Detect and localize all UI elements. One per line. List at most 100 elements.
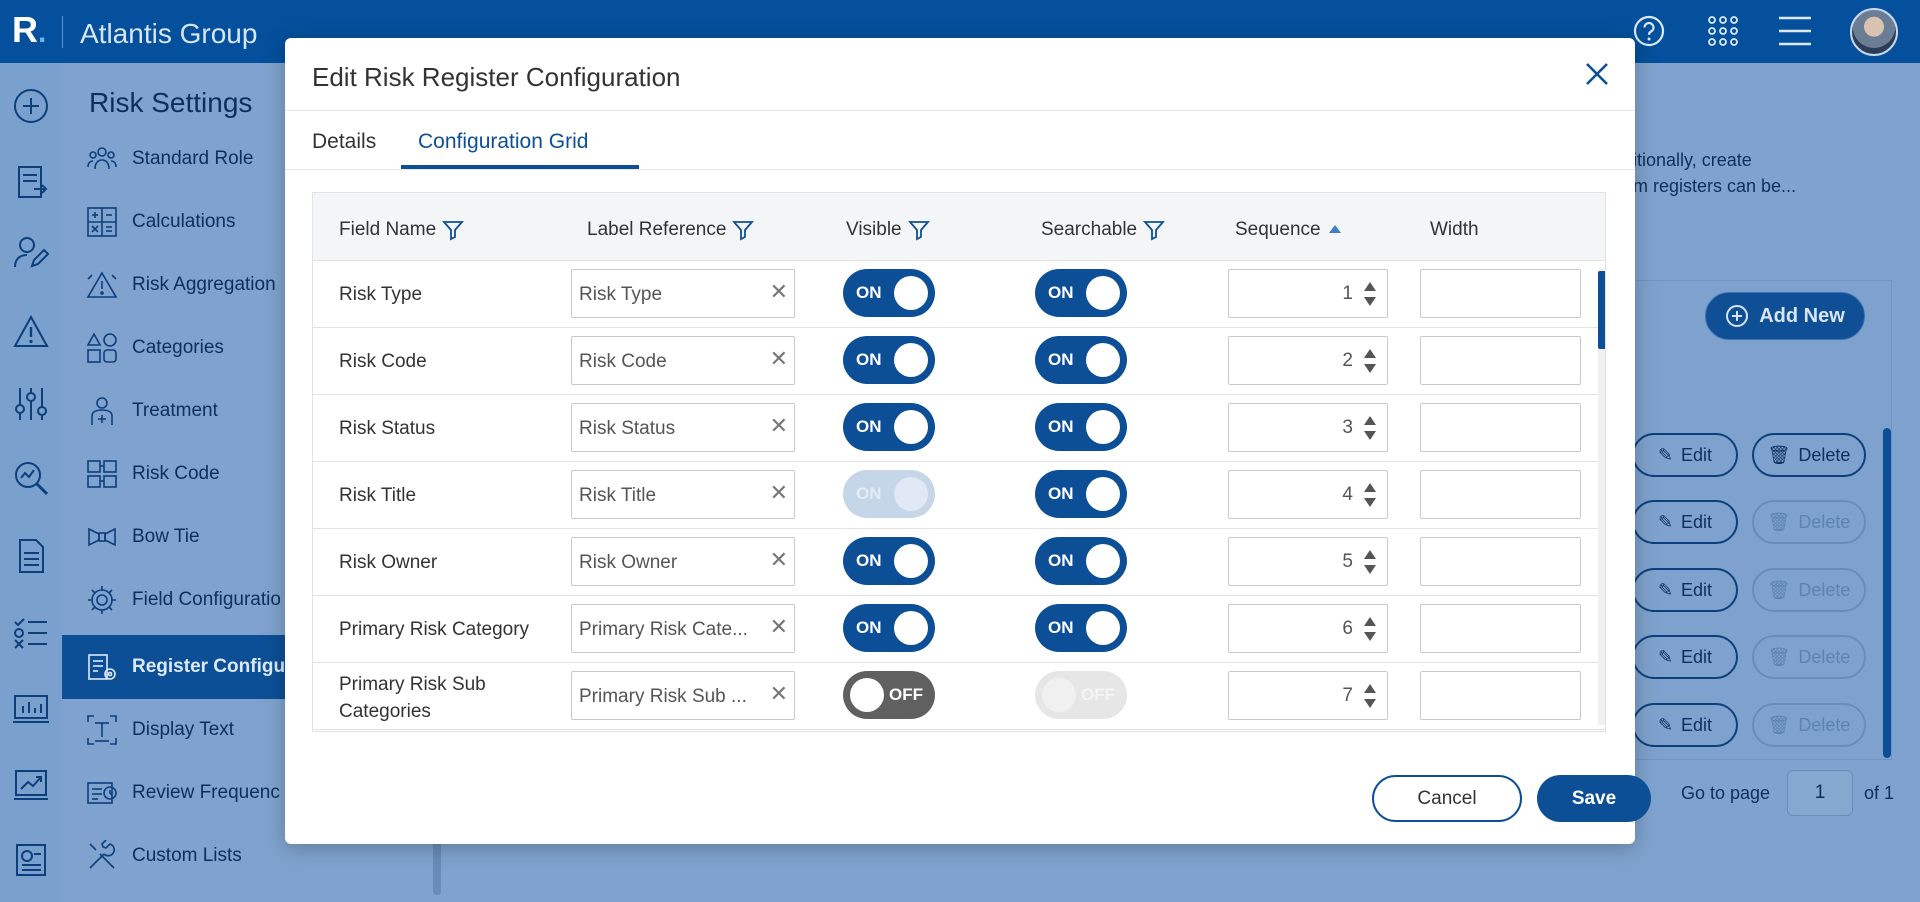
filter-icon[interactable] — [907, 219, 930, 241]
trash-icon: 🗑 — [1767, 714, 1791, 735]
spinner-arrows-icon[interactable] — [1363, 347, 1377, 375]
delete-button[interactable]: 🗑 Delete — [1752, 568, 1866, 612]
visible-toggle[interactable]: OFF — [843, 671, 935, 719]
filter-icon[interactable] — [442, 219, 465, 241]
clear-icon[interactable]: ✕ — [770, 415, 788, 437]
hamburger-menu-icon[interactable] — [1778, 14, 1812, 48]
add-new-button[interactable]: Add New — [1705, 292, 1865, 340]
column-header-visible[interactable]: Visible — [846, 219, 930, 241]
clear-icon[interactable]: ✕ — [770, 281, 788, 303]
visible-toggle[interactable]: ON — [843, 403, 935, 451]
app-logo[interactable]: R. — [12, 12, 46, 51]
add-circle-icon[interactable] — [12, 87, 50, 125]
document-arrow-icon[interactable] — [12, 163, 50, 201]
searchable-toggle[interactable]: ON — [1035, 336, 1127, 384]
visible-toggle[interactable]: ON — [843, 269, 935, 317]
sequence-stepper[interactable]: 2 — [1228, 336, 1388, 385]
column-header-sequence[interactable]: Sequence — [1235, 219, 1343, 241]
nav-item-label: Field Configuratio — [132, 589, 281, 610]
clear-icon[interactable]: ✕ — [770, 482, 788, 504]
clear-icon[interactable]: ✕ — [770, 348, 788, 370]
spinner-arrows-icon[interactable] — [1363, 682, 1377, 710]
edit-button[interactable]: ✎ Edit — [1632, 500, 1738, 544]
delete-button[interactable]: 🗑 Delete — [1752, 433, 1866, 477]
label-reference-input[interactable]: Risk Status ✕ — [571, 403, 795, 452]
width-input[interactable] — [1420, 403, 1581, 452]
searchable-toggle[interactable]: ON — [1035, 604, 1127, 652]
sequence-stepper[interactable]: 6 — [1228, 604, 1388, 653]
sidenav-scrollbar[interactable] — [433, 840, 441, 895]
spinner-arrows-icon[interactable] — [1363, 481, 1377, 509]
width-input[interactable] — [1420, 537, 1581, 586]
edit-button[interactable]: ✎ Edit — [1632, 568, 1738, 612]
table-scrollbar[interactable] — [1883, 428, 1891, 758]
width-input[interactable] — [1420, 604, 1581, 653]
sequence-stepper[interactable]: 1 — [1228, 269, 1388, 318]
tab-configuration-grid[interactable]: Configuration Grid — [418, 130, 588, 154]
delete-button[interactable]: 🗑 Delete — [1752, 703, 1866, 747]
searchable-toggle[interactable]: ON — [1035, 269, 1127, 317]
spinner-arrows-icon[interactable] — [1363, 548, 1377, 576]
sequence-stepper[interactable]: 3 — [1228, 403, 1388, 452]
report-icon[interactable] — [12, 537, 50, 575]
edit-button[interactable]: ✎ Edit — [1632, 703, 1738, 747]
visible-toggle[interactable]: ON — [843, 336, 935, 384]
page-number-input[interactable]: 1 — [1787, 770, 1853, 816]
sequence-stepper[interactable]: 4 — [1228, 470, 1388, 519]
width-input[interactable] — [1420, 470, 1581, 519]
spinner-arrows-icon[interactable] — [1363, 414, 1377, 442]
filter-icon[interactable] — [732, 219, 755, 241]
clear-icon[interactable]: ✕ — [770, 616, 788, 638]
field-name: Risk Status — [339, 418, 436, 439]
label-reference-input[interactable]: Primary Risk Cate... ✕ — [571, 604, 795, 653]
clear-icon[interactable]: ✕ — [770, 683, 788, 705]
width-input[interactable] — [1420, 671, 1581, 720]
width-input[interactable] — [1420, 336, 1581, 385]
edit-button[interactable]: ✎ Edit — [1632, 635, 1738, 679]
visible-toggle[interactable]: ON — [843, 604, 935, 652]
cancel-button[interactable]: Cancel — [1372, 775, 1522, 822]
label-reference-input[interactable]: Risk Code ✕ — [571, 336, 795, 385]
delete-button[interactable]: 🗑 Delete — [1752, 500, 1866, 544]
label-reference-input[interactable]: Risk Title ✕ — [571, 470, 795, 519]
sequence-stepper[interactable]: 5 — [1228, 537, 1388, 586]
column-header-label-reference[interactable]: Label Reference — [587, 219, 755, 241]
spinner-arrows-icon[interactable] — [1363, 280, 1377, 308]
checklist-icon[interactable] — [12, 613, 50, 651]
label-reference-input[interactable]: Risk Type ✕ — [571, 269, 795, 318]
searchable-toggle[interactable]: ON — [1035, 403, 1127, 451]
user-edit-icon[interactable] — [12, 233, 50, 271]
searchable-toggle[interactable]: ON — [1035, 537, 1127, 585]
searchable-toggle[interactable]: ON — [1035, 470, 1127, 518]
width-input[interactable] — [1420, 269, 1581, 318]
tab-details[interactable]: Details — [312, 130, 376, 154]
sequence-stepper[interactable]: 7 — [1228, 671, 1388, 720]
field-name: Primary Risk Category — [339, 619, 530, 640]
save-button[interactable]: Save — [1537, 775, 1651, 822]
help-icon[interactable] — [1632, 14, 1666, 48]
dashboard-doc-icon[interactable] — [12, 841, 50, 879]
grid-scrollbar-thumb[interactable] — [1598, 271, 1605, 349]
filter-icon[interactable] — [1143, 219, 1166, 241]
monitor-chart-icon[interactable] — [12, 691, 50, 729]
user-avatar[interactable] — [1850, 8, 1898, 56]
visible-toggle[interactable]: ON — [843, 537, 935, 585]
label-reference-input[interactable]: Risk Owner ✕ — [571, 537, 795, 586]
warning-icon[interactable] — [12, 313, 50, 351]
column-header-field-name[interactable]: Field Name — [339, 219, 465, 241]
label-reference-value: Risk Type — [579, 284, 663, 305]
trend-chart-icon[interactable] — [12, 765, 50, 803]
label-reference-input[interactable]: Primary Risk Sub ... ✕ — [571, 671, 795, 720]
edit-button[interactable]: ✎ Edit — [1632, 433, 1738, 477]
spinner-arrows-icon[interactable] — [1363, 615, 1377, 643]
close-icon[interactable] — [1579, 56, 1615, 92]
sort-ascending-icon[interactable] — [1327, 222, 1343, 238]
delete-button[interactable]: 🗑 Delete — [1752, 635, 1866, 679]
clear-icon[interactable]: ✕ — [770, 549, 788, 571]
apps-grid-icon[interactable] — [1706, 14, 1740, 48]
search-chart-icon[interactable] — [12, 459, 50, 497]
searchable-toggle[interactable]: OFF — [1035, 671, 1127, 719]
column-header-searchable[interactable]: Searchable — [1041, 219, 1166, 241]
visible-toggle[interactable]: ON — [843, 470, 935, 518]
sliders-icon[interactable] — [12, 385, 50, 423]
